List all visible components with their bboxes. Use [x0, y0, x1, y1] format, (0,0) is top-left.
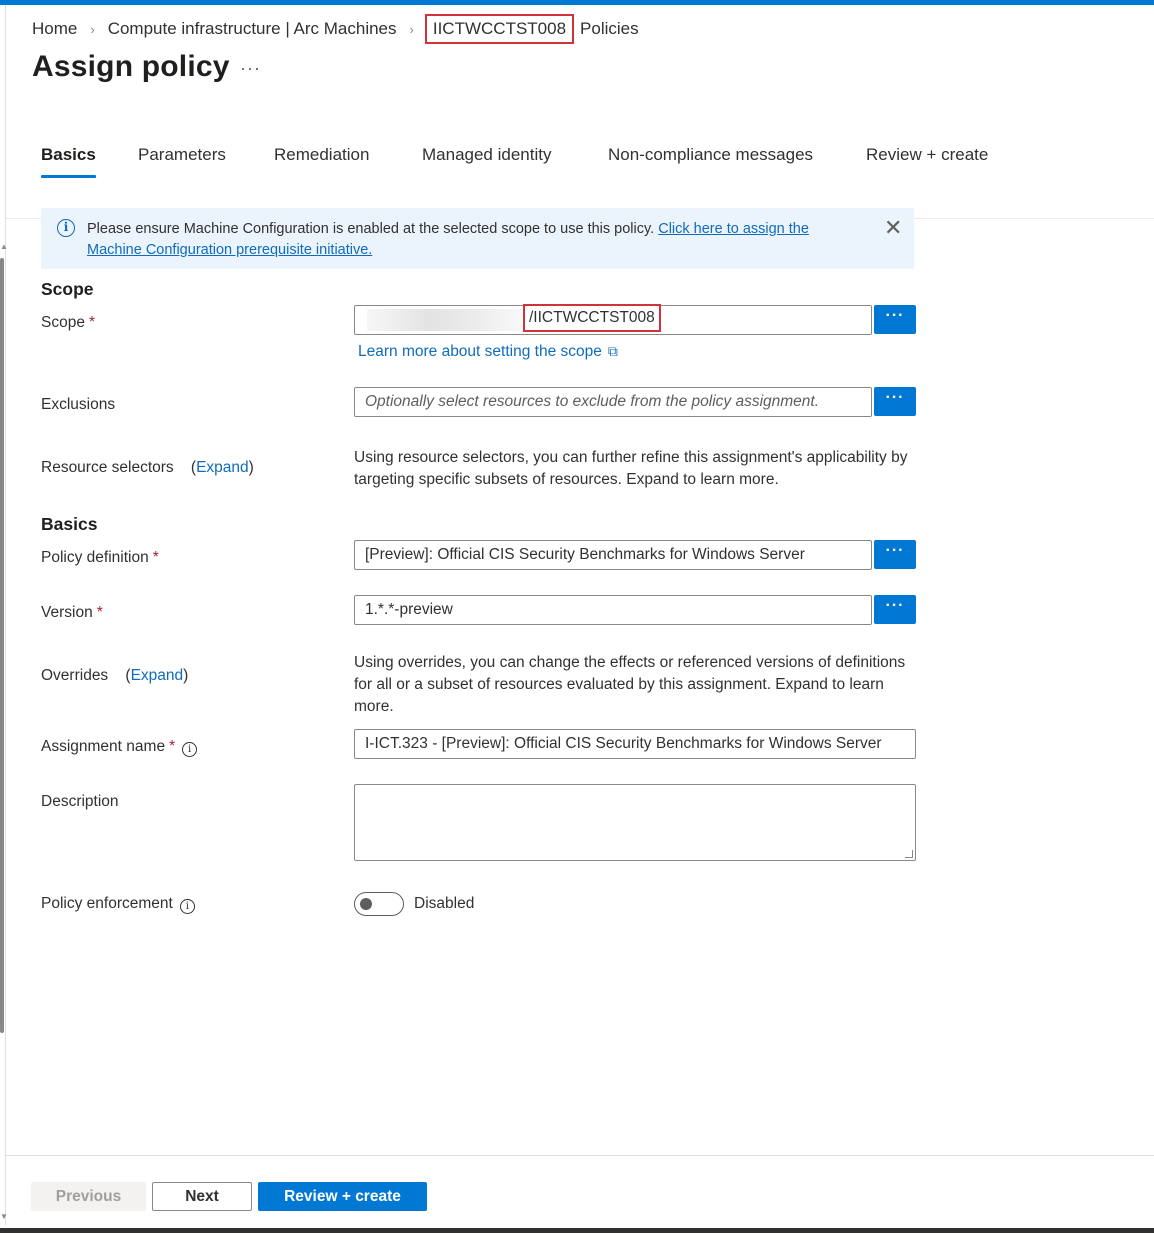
description-textarea[interactable]: [354, 784, 916, 861]
info-message-text: Please ensure Machine Configuration is e…: [87, 219, 867, 261]
scroll-down-icon[interactable]: ▼: [0, 1213, 8, 1221]
exclusions-browse-button[interactable]: ···: [874, 387, 916, 416]
overrides-label: Overrides (Expand): [41, 667, 189, 684]
required-indicator: *: [88, 314, 95, 331]
tab-basics[interactable]: Basics: [41, 145, 96, 181]
tab-non-compliance-messages[interactable]: Non-compliance messages: [608, 145, 813, 181]
overrides-expand-link[interactable]: Expand: [131, 667, 184, 684]
overrides-description: Using overrides, you can change the effe…: [354, 654, 906, 715]
resource-selectors-label: Resource selectors (Expand): [41, 459, 254, 476]
info-tooltip-icon[interactable]: i: [182, 742, 198, 757]
required-indicator: *: [152, 549, 159, 566]
external-link-icon: ⧉: [607, 343, 618, 359]
version-field[interactable]: 1.*.*-preview: [354, 595, 872, 625]
resource-selectors-text: Resource selectors: [41, 459, 174, 476]
breadcrumb-machine[interactable]: IICTWCCTST008: [424, 14, 575, 44]
basics-section-title: Basics: [41, 514, 98, 534]
scope-section-title: Scope: [41, 279, 94, 299]
resize-grip-icon[interactable]: [905, 850, 913, 858]
page-title: Assign policy: [32, 50, 230, 83]
close-icon[interactable]: ✕: [884, 217, 902, 239]
learn-more-scope-link[interactable]: Learn more about setting the scope ⧉: [358, 343, 618, 361]
info-text: Please ensure Machine Configuration is e…: [87, 221, 659, 237]
chevron-right-icon: ›: [90, 21, 95, 37]
policy-definition-field[interactable]: [Preview]: Official CIS Security Benchma…: [354, 540, 872, 570]
tab-review-create[interactable]: Review + create: [866, 145, 988, 181]
exclusions-label: Exclusions: [41, 396, 116, 413]
assignment-name-field[interactable]: I-ICT.323 - [Preview]: Official CIS Secu…: [354, 729, 916, 759]
policy-definition-label: Policy definition *: [41, 549, 159, 567]
more-options-icon[interactable]: ···: [240, 58, 261, 79]
assignment-name-text: Assignment name: [41, 738, 166, 755]
tab-managed-identity[interactable]: Managed identity: [422, 145, 551, 181]
bottom-edge: [0, 1228, 1154, 1233]
tab-parameters[interactable]: Parameters: [138, 145, 226, 181]
scope-label: Scope *: [41, 314, 95, 332]
breadcrumb: Home › Compute infrastructure | Arc Mach…: [32, 14, 639, 44]
scroll-up-icon[interactable]: ▲: [0, 243, 8, 251]
policy-enforcement-label: Policy enforcement i: [41, 895, 195, 914]
version-text: Version: [41, 604, 93, 621]
breadcrumb-policies[interactable]: Policies: [580, 19, 639, 39]
next-button[interactable]: Next: [152, 1182, 252, 1211]
description-label: Description: [41, 793, 119, 810]
info-icon: i: [57, 219, 75, 237]
scope-value: /IICTWCCTST008: [523, 304, 661, 332]
scrollbar[interactable]: [0, 258, 4, 1033]
redacted-scope-path: [367, 309, 522, 331]
policy-enforcement-text: Policy enforcement: [41, 895, 173, 912]
policy-enforcement-toggle[interactable]: [354, 892, 404, 916]
scope-field[interactable]: /IICTWCCTST008: [354, 304, 872, 335]
version-label: Version *: [41, 604, 103, 622]
previous-button[interactable]: Previous: [31, 1182, 146, 1211]
required-indicator: *: [169, 738, 176, 755]
portal-top-bar: [0, 0, 1154, 5]
policy-enforcement-state: Disabled: [414, 895, 475, 912]
learn-more-text: Learn more about setting the scope: [358, 343, 602, 360]
info-message-bar: i Please ensure Machine Configuration is…: [41, 208, 914, 269]
resource-selectors-description: Using resource selectors, you can furthe…: [354, 449, 908, 488]
breadcrumb-home[interactable]: Home: [32, 19, 77, 39]
policy-definition-browse-button[interactable]: ···: [874, 540, 916, 569]
exclusions-field[interactable]: Optionally select resources to exclude f…: [354, 387, 872, 417]
resource-selectors-expand-link[interactable]: Expand: [196, 459, 249, 476]
chevron-right-icon: ›: [409, 21, 414, 37]
info-tooltip-icon[interactable]: i: [179, 899, 195, 914]
tab-remediation[interactable]: Remediation: [274, 145, 369, 181]
scope-label-text: Scope: [41, 314, 85, 331]
version-browse-button[interactable]: ···: [874, 595, 916, 624]
footer-divider: [6, 1155, 1154, 1156]
review-create-button[interactable]: Review + create: [258, 1182, 427, 1211]
assignment-name-label: Assignment name * i: [41, 738, 198, 757]
required-indicator: *: [96, 604, 103, 621]
toggle-knob: [360, 898, 372, 910]
overrides-text: Overrides: [41, 667, 109, 684]
policy-definition-text: Policy definition: [41, 549, 149, 566]
breadcrumb-compute[interactable]: Compute infrastructure | Arc Machines: [108, 19, 397, 39]
scope-browse-button[interactable]: ···: [874, 305, 916, 334]
